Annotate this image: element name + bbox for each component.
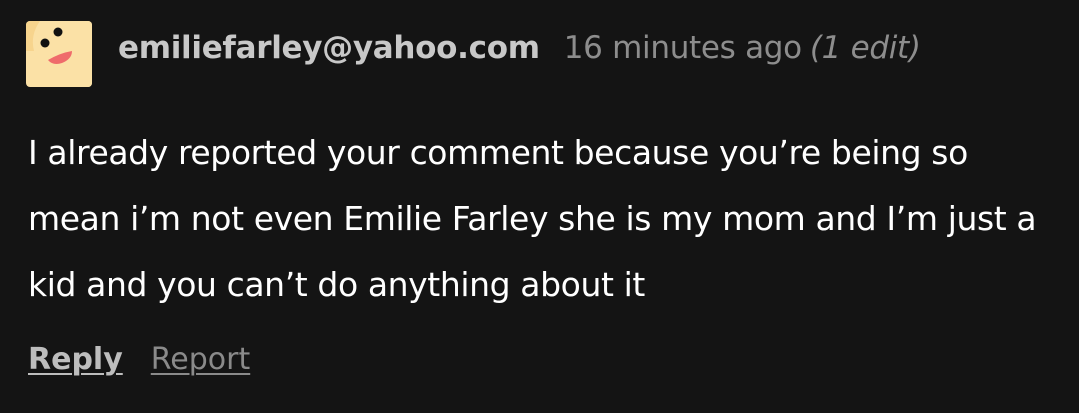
- cartoon-face-avatar-icon: [26, 21, 92, 87]
- comment-header: emiliefarley@yahoo.com 16 minutes ago (1…: [118, 30, 921, 80]
- reply-button[interactable]: Reply: [28, 342, 123, 377]
- comment-body: I already reported your comment because …: [28, 133, 1037, 304]
- username[interactable]: emiliefarley@yahoo.com: [118, 30, 540, 66]
- report-button[interactable]: Report: [151, 342, 250, 377]
- user-avatar[interactable]: [26, 21, 92, 87]
- timestamp: 16 minutes ago: [563, 30, 802, 66]
- comment-actions: Reply Report: [28, 342, 250, 377]
- edit-count[interactable]: (1 edit): [810, 30, 921, 66]
- comment: emiliefarley@yahoo.com 16 minutes ago (1…: [0, 0, 1079, 413]
